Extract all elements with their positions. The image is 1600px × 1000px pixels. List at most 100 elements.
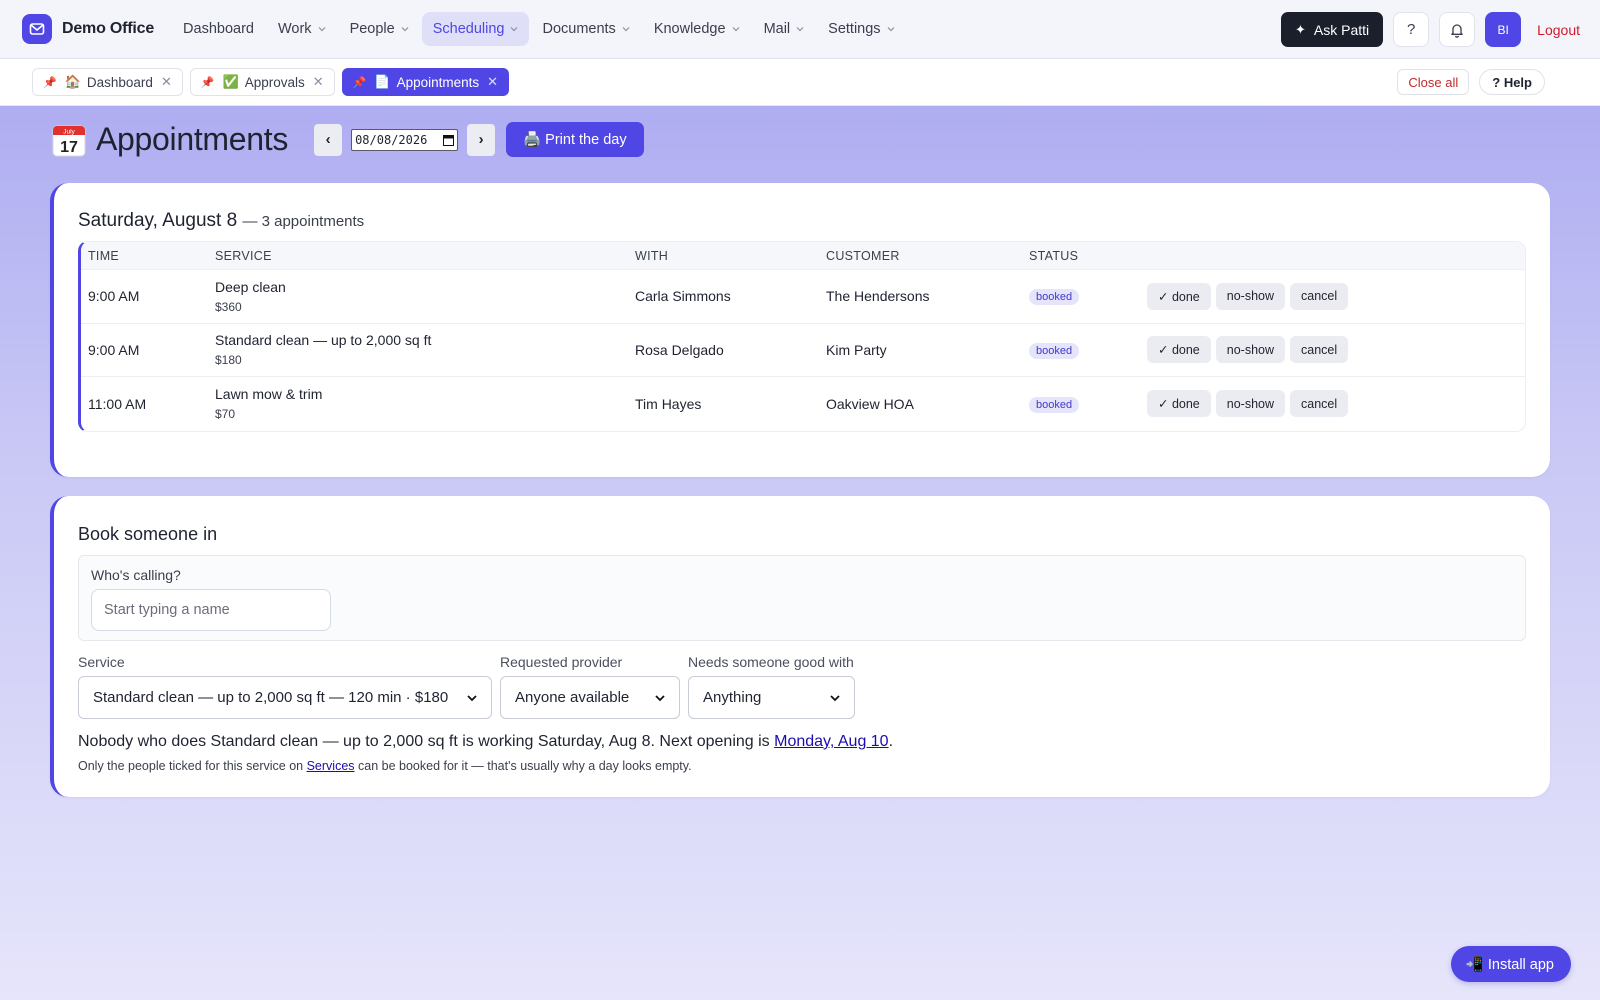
provider-select[interactable]: Anyone available [500, 676, 680, 719]
close-icon[interactable]: ✕ [161, 74, 172, 90]
cell-customer: Oakview HOA [826, 395, 914, 412]
cell-time: 11:00 AM [88, 395, 147, 412]
nav-scheduling[interactable]: Scheduling [421, 12, 530, 46]
tab-appointments[interactable]: 📌 📄 Appointments ✕ [341, 68, 510, 96]
caller-section: Who's calling? Start typing a name [78, 555, 1526, 641]
cell-status: booked [1029, 395, 1147, 413]
ask-patti-button[interactable]: ✦ Ask Patti [1281, 12, 1384, 47]
sparkle-icon: ✦ [1295, 21, 1306, 37]
open-tabs: 📌 🏠 Dashboard ✕ 📌 ✅ Approvals ✕ 📌 📄 Appo… [32, 68, 516, 96]
mark-done-button[interactable]: ✓ done [1147, 336, 1211, 364]
cell-provider: Carla Simmons [635, 288, 731, 305]
service-label: Service [78, 654, 125, 670]
caller-search-input[interactable]: Start typing a name [91, 589, 331, 631]
skill-label: Needs someone good with [688, 654, 854, 670]
cell-service: Standard clean — up to 2,000 sq ft $180 [215, 332, 635, 367]
schedule-card: Saturday, August 8 — 3 appointments TIME… [50, 183, 1550, 477]
mail-logo-icon [22, 14, 52, 44]
nav-work-label: Work [277, 21, 312, 37]
next-opening-link[interactable]: Monday, Aug 10 [774, 733, 888, 750]
nav-people-label: People [349, 21, 395, 37]
service-price: $180 [215, 353, 242, 368]
date-input[interactable]: 08/08/2026 [351, 128, 459, 151]
next-day-button[interactable]: › [467, 123, 496, 156]
nav-settings[interactable]: Settings [817, 12, 905, 46]
hint-text-start: Only the people ticked for this service … [78, 759, 307, 773]
calendar-picker-icon[interactable] [443, 134, 455, 146]
skill-select[interactable]: Anything [688, 676, 855, 719]
nav-knowledge[interactable]: Knowledge [643, 12, 751, 46]
service-name: Lawn mow & trim [215, 386, 323, 403]
app-name: Demo Office [62, 20, 155, 37]
avatar[interactable]: BI [1485, 12, 1522, 47]
row-actions: ✓ done no-show cancel [1147, 336, 1353, 364]
install-app-button[interactable]: 📲 Install app [1450, 946, 1571, 982]
cell-time: 9:00 AM [88, 288, 140, 305]
tab-approvals[interactable]: 📌 ✅ Approvals ✕ [189, 68, 335, 96]
cancel-button[interactable]: cancel [1290, 390, 1349, 418]
cell-time: 9:00 AM [88, 341, 140, 358]
availability-notice: Nobody who does Standard clean — up to 2… [78, 733, 893, 751]
help-link-button[interactable]: ? Help [1479, 69, 1545, 95]
service-select[interactable]: Standard clean — up to 2,000 sq ft — 120… [78, 676, 492, 719]
nav-settings-label: Settings [828, 21, 881, 37]
help-button[interactable]: ? [1393, 12, 1430, 47]
close-icon[interactable]: ✕ [313, 74, 324, 90]
notice-end: . [888, 733, 894, 750]
no-show-button[interactable]: no-show [1215, 282, 1286, 310]
chevron-down-icon [511, 27, 518, 32]
pin-icon[interactable]: 📌 [353, 76, 367, 89]
nav-mail[interactable]: Mail [753, 12, 816, 46]
nav-mail-label: Mail [763, 21, 791, 37]
logout-link[interactable]: Logout [1537, 22, 1580, 38]
tab-appointments-label: Appointments [396, 74, 480, 90]
status-badge: booked [1029, 289, 1080, 306]
prev-day-button[interactable]: ‹ [314, 123, 343, 156]
status-badge: booked [1029, 342, 1080, 359]
cancel-button[interactable]: cancel [1290, 336, 1349, 364]
notifications-button[interactable] [1439, 12, 1476, 47]
nav-dashboard[interactable]: Dashboard [172, 12, 265, 46]
cancel-button[interactable]: cancel [1290, 282, 1349, 310]
booking-card: Book someone in Who's calling? Start typ… [50, 496, 1550, 797]
chevron-down-icon [655, 694, 665, 701]
close-icon[interactable]: ✕ [487, 74, 498, 90]
close-all-button[interactable]: Close all [1397, 69, 1470, 95]
pin-icon[interactable]: 📌 [43, 76, 57, 89]
brand[interactable]: Demo Office [22, 14, 154, 44]
no-show-button[interactable]: no-show [1215, 336, 1286, 364]
service-name: Standard clean — up to 2,000 sq ft [215, 332, 432, 349]
chevron-down-icon [796, 27, 804, 32]
document-icon: 📄 [374, 74, 391, 89]
open-tabs-bar: 📌 🏠 Dashboard ✕ 📌 ✅ Approvals ✕ 📌 📄 Appo… [0, 59, 1600, 106]
mark-done-button[interactable]: ✓ done [1147, 282, 1211, 310]
tab-dashboard[interactable]: 📌 🏠 Dashboard ✕ [32, 68, 183, 96]
calendar-month: July [63, 128, 75, 135]
pin-icon[interactable]: 📌 [201, 76, 215, 89]
chevron-down-icon [622, 27, 630, 32]
cell-customer: The Hendersons [826, 288, 930, 305]
chevron-down-icon [732, 27, 739, 32]
mark-done-button[interactable]: ✓ done [1147, 390, 1211, 418]
nav-people[interactable]: People [339, 12, 420, 46]
tab-actions: Close all ? Help [1397, 69, 1545, 95]
top-nav: Demo Office Dashboard Work People Schedu… [0, 0, 1600, 59]
no-show-button[interactable]: no-show [1215, 390, 1286, 418]
main-menu: Dashboard Work People Scheduling Documen… [172, 12, 908, 46]
appointments-table: TIME SERVICE WITH CUSTOMER STATUS 9:00 A… [78, 241, 1526, 432]
services-link[interactable]: Services [307, 759, 355, 773]
chevron-down-icon [401, 27, 409, 32]
status-badge: booked [1029, 396, 1080, 413]
print-day-button[interactable]: 🖨️ Print the day [506, 122, 644, 157]
cell-provider: Rosa Delgado [635, 341, 724, 358]
nav-documents[interactable]: Documents [531, 12, 640, 46]
nav-work[interactable]: Work [267, 12, 337, 46]
tab-approvals-label: Approvals [244, 74, 305, 90]
date-navigator: ‹ 08/08/2026 › 🖨️ Print the day [314, 122, 644, 157]
table-row: 9:00 AM Deep clean $360 Carla Simmons Th… [81, 270, 1525, 324]
chevron-down-icon [467, 694, 477, 701]
table-header: TIME SERVICE WITH CUSTOMER STATUS [81, 242, 1525, 270]
table-row: 9:00 AM Standard clean — up to 2,000 sq … [81, 324, 1525, 377]
chevron-down-icon [318, 27, 325, 32]
cell-customer: Kim Party [826, 341, 887, 358]
